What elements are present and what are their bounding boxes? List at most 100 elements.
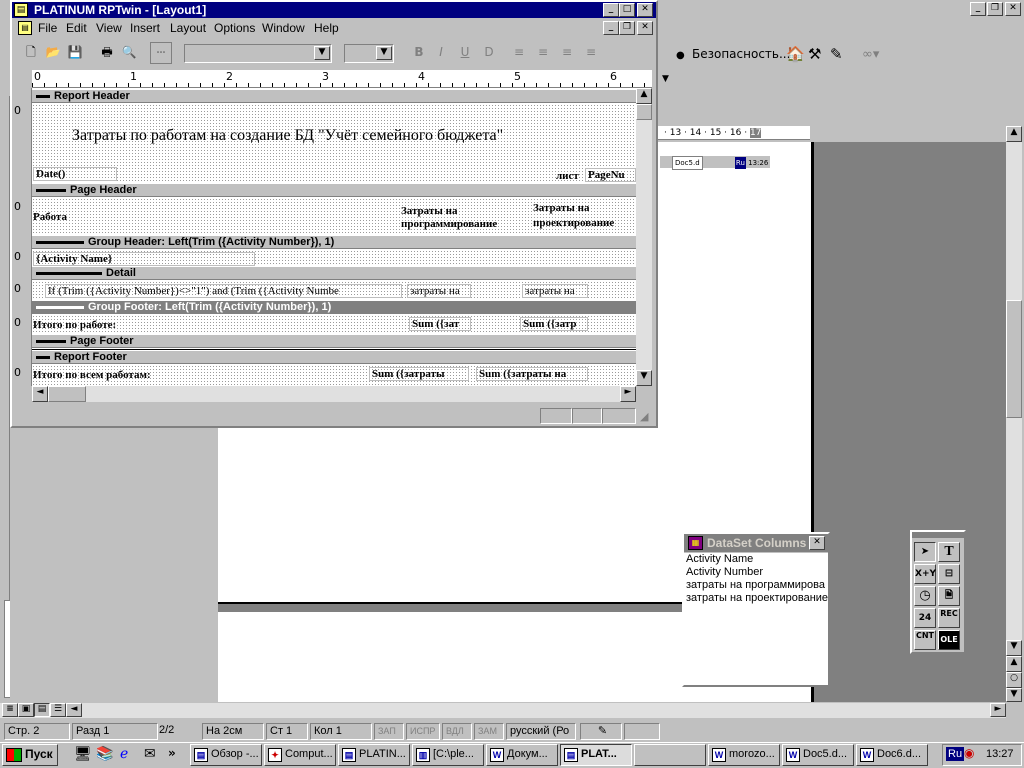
detail-prog-cost-field[interactable]: затраты на — [407, 284, 471, 298]
band-report-header[interactable]: Report Header — [32, 89, 636, 103]
quicklaunch-books-icon[interactable]: 📚 — [96, 746, 113, 762]
column-prog-label-1[interactable]: Затраты на — [401, 205, 457, 217]
tools-icon[interactable]: ⚒ — [808, 45, 821, 63]
page-tool-icon[interactable]: 🗎 — [938, 586, 960, 606]
align-center-icon[interactable]: ≡ — [532, 42, 554, 64]
status-rec[interactable]: ЗАП — [374, 723, 404, 740]
resize-grip-icon[interactable]: ◢ — [640, 410, 648, 423]
status-ovr[interactable]: ЗАМ — [474, 723, 504, 740]
quicklaunch-ie-icon[interactable]: ℯ — [120, 746, 128, 762]
save-icon[interactable]: 💾 — [64, 42, 86, 64]
designer-horizontal-scrollbar[interactable] — [32, 386, 636, 402]
grid-icon[interactable]: ⋯ — [150, 42, 172, 64]
formula-tool[interactable]: X+Y — [914, 564, 936, 584]
grand-sum-prog-field[interactable]: Sum ({затраты — [369, 367, 469, 381]
select-browse-button[interactable]: ○ — [1006, 672, 1022, 688]
dataset-item[interactable]: затраты на программирова — [684, 579, 828, 592]
band-group-header[interactable]: Group Header: Left(Trim ({Activity Numbe… — [32, 235, 636, 249]
quicklaunch-outlook-icon[interactable]: ✉ — [144, 746, 156, 762]
open-icon[interactable]: 📂 — [42, 42, 64, 64]
hscroll-right-button[interactable]: ► — [990, 703, 1006, 717]
clock-tool-icon[interactable]: ◷ — [914, 586, 936, 606]
menu-window[interactable]: Window — [262, 18, 305, 38]
doc-icon[interactable]: ▤ — [18, 21, 32, 35]
task-morozov[interactable]: Wmorozo... — [708, 744, 780, 766]
task-explorer[interactable]: ▤ Обзор -... — [190, 744, 262, 766]
count-tool[interactable]: CNT — [914, 630, 936, 650]
underline-button[interactable]: U — [454, 42, 476, 64]
line-tool-icon[interactable]: ⊟ — [938, 564, 960, 584]
word-restore-button[interactable]: ❐ — [987, 2, 1003, 16]
print-icon[interactable]: 🖶 — [96, 42, 118, 64]
tray-recording-icon[interactable]: ◉ — [964, 746, 974, 760]
outline-view-button[interactable]: ☰ — [50, 703, 66, 717]
designer-scroll-down[interactable]: ▼ — [636, 370, 652, 386]
detail-formula-field[interactable]: If (Trim ({Activity Number})<>"1") and (… — [45, 284, 402, 298]
scroll-down-button[interactable]: ▼ — [1006, 640, 1022, 656]
column-proj-label-1[interactable]: Затраты на — [533, 202, 589, 214]
scroll-thumb[interactable] — [1006, 300, 1022, 418]
page-view-button[interactable]: ▤ — [34, 703, 50, 717]
column-prog-label-2[interactable]: программирование — [401, 218, 497, 230]
web-toolbar-icon[interactable]: 🏠 — [786, 45, 805, 63]
menu-options[interactable]: Options — [214, 18, 255, 38]
designer-scroll-up[interactable]: ▲ — [636, 88, 652, 104]
designer-hscroll-thumb[interactable] — [48, 386, 86, 402]
layout-view-button[interactable]: ▣ — [18, 703, 34, 717]
align-left-icon[interactable]: ≡ — [508, 42, 530, 64]
group-sum-proj-field[interactable]: Sum ({затр — [520, 317, 588, 331]
band-detail[interactable]: Detail — [32, 266, 636, 280]
page-number-field[interactable]: PageNu — [585, 168, 636, 182]
font-size-dropdown-icon[interactable]: ▼ — [376, 46, 392, 60]
pointer-tool-icon[interactable]: ➤ — [914, 542, 936, 562]
column-work-label[interactable]: Работа — [33, 211, 67, 223]
grand-sum-proj-field[interactable]: Sum ({затраты на — [476, 367, 588, 381]
ole-tool-icon[interactable]: OLE — [938, 630, 960, 650]
calendar-tool-icon[interactable]: 24 — [914, 608, 936, 628]
menu-insert[interactable]: Insert — [130, 18, 160, 38]
report-title[interactable]: Затраты по работам на создание БД "Учёт … — [72, 127, 503, 145]
task-document[interactable]: W Докум... — [486, 744, 558, 766]
designer-vscroll-thumb[interactable] — [636, 104, 652, 120]
dataset-item[interactable]: Activity Number — [684, 566, 828, 579]
menu-view[interactable]: View — [96, 18, 122, 38]
hscroll-left-button[interactable]: ◄ — [66, 703, 82, 717]
font-name-dropdown-icon[interactable]: ▼ — [314, 46, 330, 60]
chart-edit-icon[interactable]: ✎ — [830, 45, 843, 63]
task-doc5[interactable]: W Doc5.d... — [782, 744, 854, 766]
text-tool-icon[interactable]: T — [938, 542, 960, 562]
status-ext[interactable]: ВДЛ — [442, 723, 472, 740]
language-indicator[interactable]: Ru — [946, 747, 965, 761]
designer-vertical-scrollbar[interactable] — [636, 88, 652, 386]
status-trk[interactable]: ИСПР — [406, 723, 440, 740]
menu-file[interactable]: File — [38, 18, 57, 38]
print-preview-icon[interactable]: 🔍 — [118, 42, 140, 64]
band-report-footer[interactable]: Report Footer — [32, 350, 636, 364]
child-minimize-button[interactable]: _ — [603, 21, 619, 35]
scroll-up-button[interactable]: ▲ — [1006, 126, 1022, 142]
next-page-button[interactable]: ▼ — [1006, 688, 1022, 702]
dropdown-arrow-icon[interactable]: ▼ — [662, 74, 669, 84]
task-doc6[interactable]: W Doc6.d... — [856, 744, 928, 766]
designer-scroll-left[interactable]: ◄ — [32, 386, 48, 402]
task-folder[interactable]: ▥ [C:\ple... — [412, 744, 484, 766]
task-platinum-active[interactable]: ▤ PLAT... — [560, 744, 632, 766]
bold-button[interactable]: B — [408, 42, 430, 64]
quicklaunch-more-icon[interactable]: » — [168, 746, 176, 760]
maximize-button[interactable]: □ — [619, 3, 635, 17]
double-underline-button[interactable]: D — [478, 42, 500, 64]
prev-page-button[interactable]: ▲ — [1006, 656, 1022, 672]
justify-icon[interactable]: ≡ — [580, 42, 602, 64]
word-close-button[interactable]: ✕ — [1005, 2, 1021, 16]
dataset-item[interactable]: Activity Name — [684, 553, 828, 566]
word-minimize-button[interactable]: _ — [970, 2, 986, 16]
task-computer[interactable]: ✦ Comput... — [264, 744, 336, 766]
task-empty[interactable] — [634, 744, 706, 766]
child-restore-button[interactable]: ❐ — [619, 21, 635, 35]
close-button[interactable]: ✕ — [637, 3, 653, 17]
dataset-item[interactable]: затраты на проектирование — [684, 592, 828, 605]
menu-layout[interactable]: Layout — [170, 18, 206, 38]
group-sum-prog-field[interactable]: Sum ({зат — [409, 317, 471, 331]
link-icon[interactable]: ∞▾ — [862, 47, 879, 62]
new-icon[interactable]: 🗋 — [20, 42, 42, 64]
